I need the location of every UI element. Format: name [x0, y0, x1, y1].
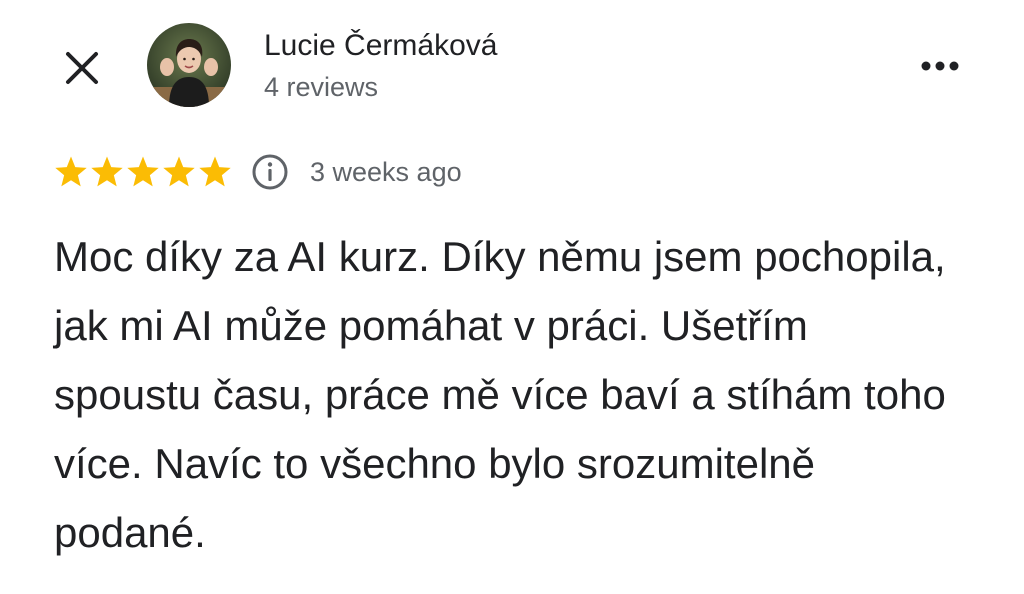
rating-row: 3 weeks ago [54, 151, 462, 193]
more-options-icon [921, 61, 959, 71]
star-icon [199, 156, 231, 187]
close-icon [66, 52, 98, 84]
author-name[interactable]: Lucie Čermáková [264, 28, 497, 64]
more-options-button[interactable] [912, 44, 968, 88]
review-date: 3 weeks ago [310, 157, 462, 187]
review-count[interactable]: 4 reviews [264, 71, 378, 103]
review-text: Moc díky za AI kurz. Díky němu jsem poch… [54, 233, 946, 556]
star-icon [163, 156, 195, 187]
star-rating [54, 155, 232, 189]
review-card: Lucie Čermáková 4 reviews 3 weeks ago Mo… [0, 0, 1024, 594]
info-icon [252, 154, 288, 190]
info-button[interactable] [250, 152, 290, 192]
star-icon [127, 156, 159, 187]
star-icon [91, 156, 123, 187]
close-button[interactable] [58, 44, 106, 92]
avatar-photo [147, 23, 231, 107]
star-icon [55, 156, 87, 187]
avatar[interactable] [147, 23, 231, 107]
